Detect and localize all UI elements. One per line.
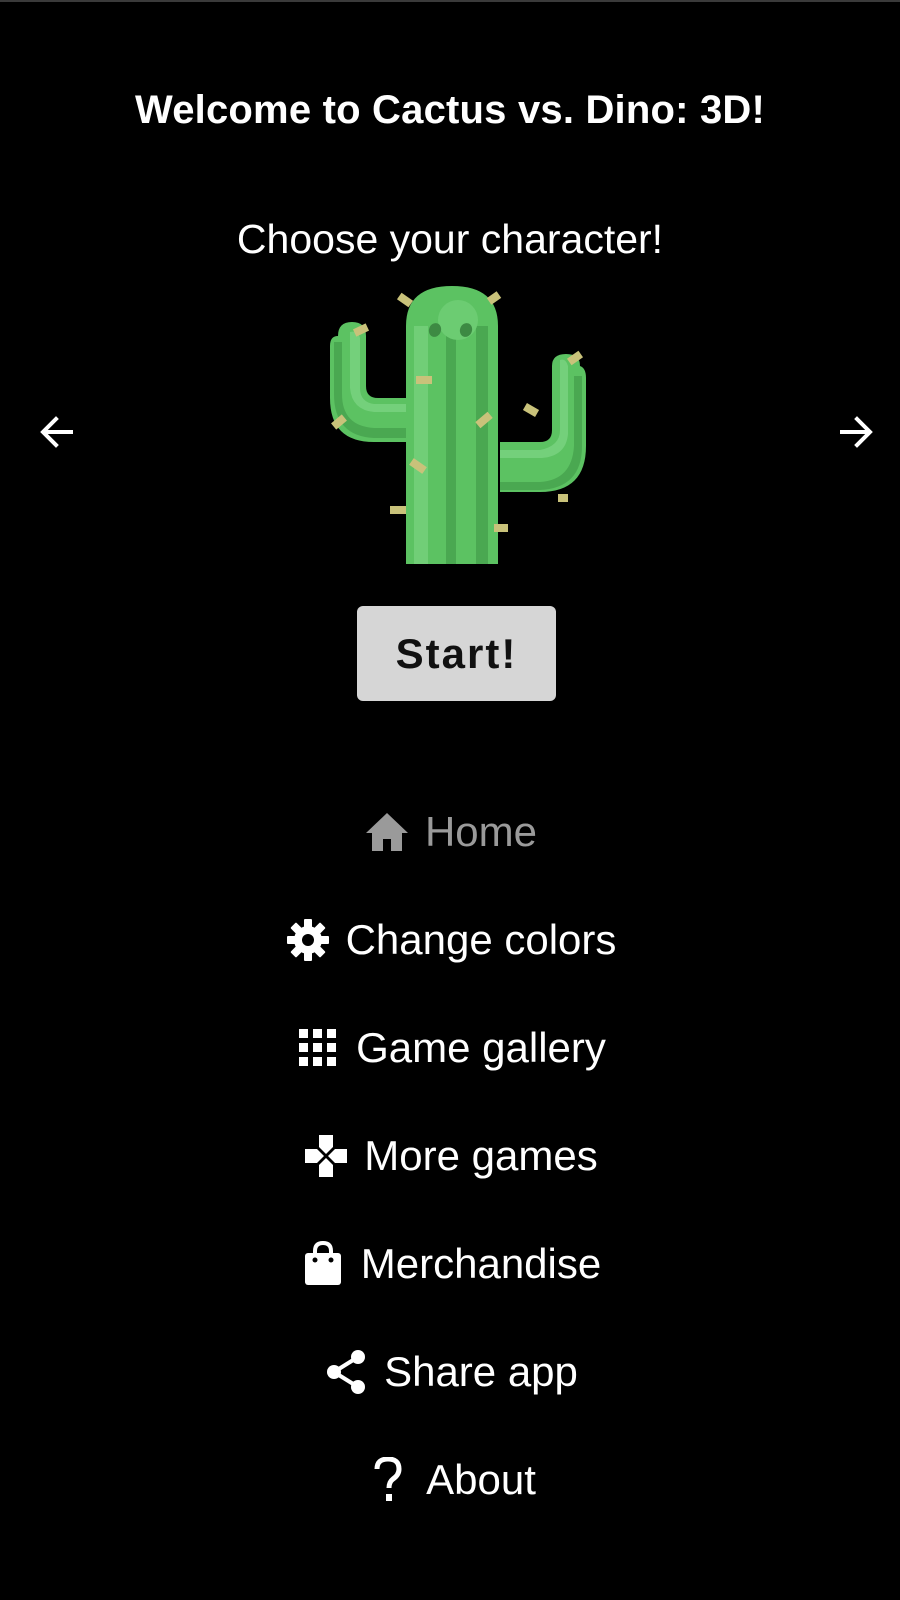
menu-item-more-games[interactable]: More games bbox=[0, 1116, 900, 1196]
start-button[interactable]: Start! bbox=[357, 606, 556, 701]
menu-item-label: Merchandise bbox=[360, 1240, 602, 1287]
gamepad-icon bbox=[302, 1132, 350, 1180]
question-icon bbox=[364, 1456, 412, 1504]
cactus-character-image bbox=[330, 286, 586, 564]
home-icon bbox=[363, 808, 411, 856]
grid-icon bbox=[294, 1024, 342, 1072]
menu-item-merchandise[interactable]: Merchandise bbox=[0, 1224, 900, 1304]
menu-item-about[interactable]: About bbox=[0, 1440, 900, 1520]
arrow-right-icon bbox=[840, 416, 873, 448]
page-title: Welcome to Cactus vs. Dino: 3D! bbox=[134, 88, 766, 132]
menu-item-label: About bbox=[426, 1456, 536, 1503]
menu-item-home[interactable]: Home bbox=[0, 792, 900, 872]
menu-item-label: Share app bbox=[384, 1348, 578, 1395]
previous-character-button[interactable] bbox=[33, 408, 81, 456]
menu-item-label: Game gallery bbox=[356, 1024, 606, 1071]
menu-item-game-gallery[interactable]: Game gallery bbox=[0, 1008, 900, 1088]
menu-item-label: Home bbox=[424, 808, 538, 855]
menu-item-label: Change colors bbox=[345, 916, 617, 963]
menu-item-label: More games bbox=[364, 1132, 598, 1179]
menu-item-share-app[interactable]: Share app bbox=[0, 1332, 900, 1412]
share-icon bbox=[322, 1348, 370, 1396]
top-divider bbox=[0, 0, 900, 2]
next-character-button[interactable] bbox=[832, 408, 880, 456]
menu-item-change-colors[interactable]: Change colors bbox=[0, 900, 900, 980]
page-subtitle: Choose your character! bbox=[236, 216, 664, 262]
gear-icon bbox=[284, 916, 332, 964]
shopping-bag-icon bbox=[299, 1240, 347, 1288]
character-preview bbox=[318, 286, 592, 576]
arrow-left-icon bbox=[40, 416, 73, 448]
